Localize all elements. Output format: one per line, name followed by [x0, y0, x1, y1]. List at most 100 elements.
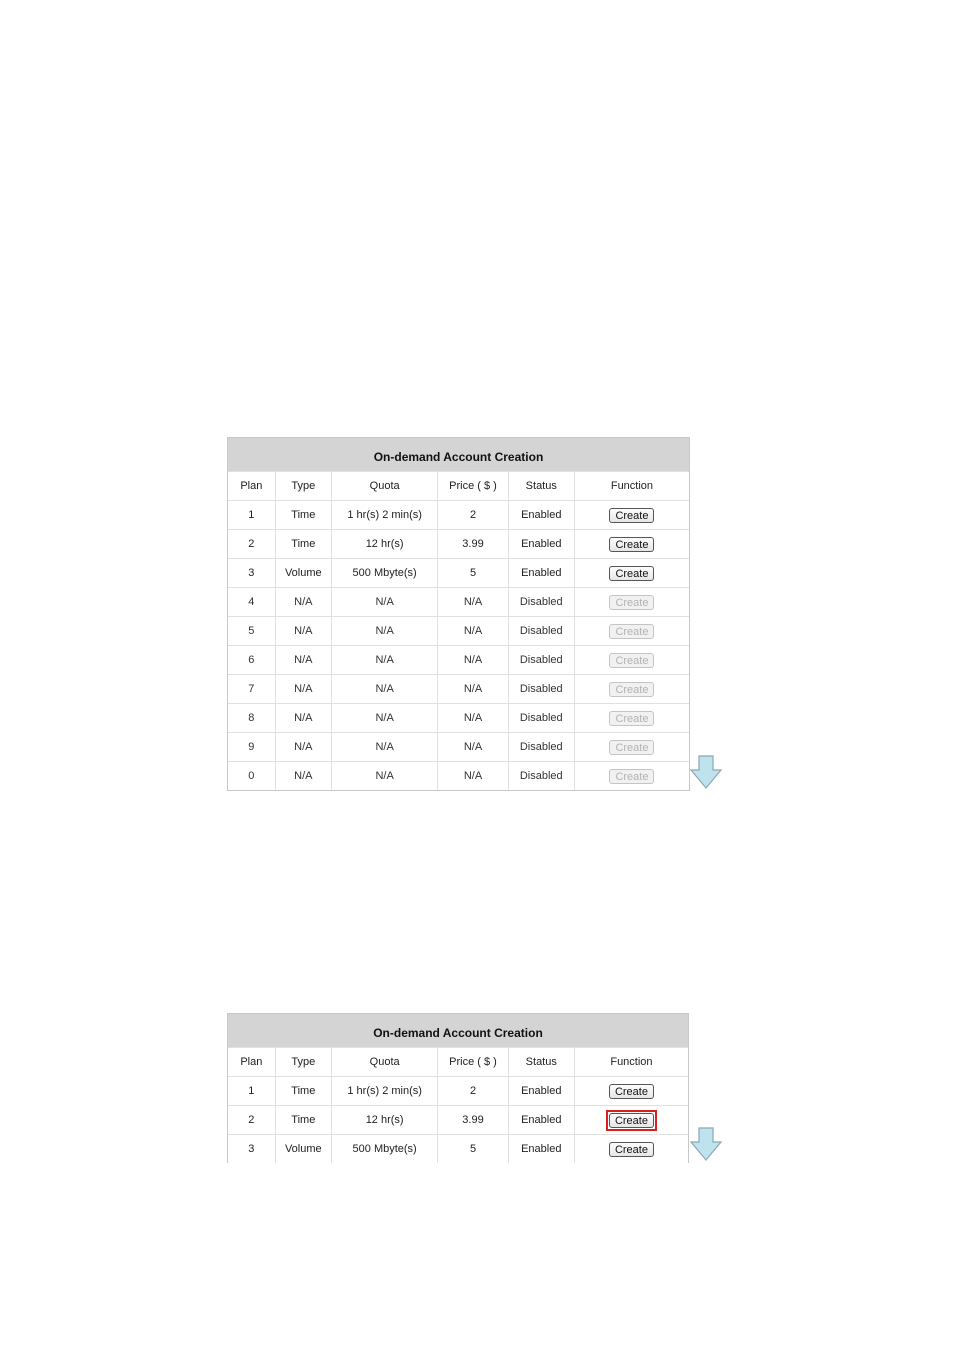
status-cell: Disabled	[508, 674, 575, 704]
function-cell: Create	[574, 703, 689, 733]
button-wrap: Create	[607, 680, 656, 699]
status-cell: Enabled	[508, 529, 575, 559]
price-cell: 5	[437, 558, 509, 588]
header-quota: Quota	[331, 1047, 439, 1077]
price-cell: 3.99	[437, 1105, 509, 1135]
function-cell: Create	[574, 674, 689, 704]
function-cell: Create	[574, 761, 689, 790]
table-row: 1 Time 1 hr(s) 2 min(s) 2 Enabled Create	[228, 500, 689, 530]
price-cell: N/A	[437, 645, 509, 675]
plan-cell: 9	[228, 732, 276, 762]
quota-cell: N/A	[331, 761, 439, 790]
button-wrap: Create	[607, 506, 656, 525]
status-cell: Disabled	[508, 616, 575, 646]
create-button-plan-9: Create	[609, 739, 655, 755]
price-cell: N/A	[437, 761, 509, 790]
status-cell: Disabled	[508, 703, 575, 733]
type-cell: N/A	[275, 645, 332, 675]
account-creation-panel-2: On-demand Account Creation Plan Type Quo…	[227, 1013, 689, 1163]
quota-cell: N/A	[331, 587, 439, 617]
status-cell: Disabled	[508, 761, 575, 790]
create-button-plan-2[interactable]: Create	[608, 1112, 654, 1128]
quota-cell: N/A	[331, 674, 439, 704]
arrow-down-icon	[690, 1127, 722, 1161]
status-cell: Disabled	[508, 645, 575, 675]
header-price: Price ( $ )	[437, 1047, 509, 1077]
create-button-plan-3[interactable]: Create	[609, 565, 655, 581]
quota-cell: 12 hr(s)	[331, 529, 439, 559]
plan-cell: 4	[228, 587, 276, 617]
quota-cell: N/A	[331, 703, 439, 733]
create-button-plan-1[interactable]: Create	[608, 1083, 654, 1099]
panel-title: On-demand Account Creation	[228, 1014, 688, 1048]
table-row: 3 Volume 500 Mbyte(s) 5 Enabled Create	[228, 1134, 688, 1163]
plans-table-2: On-demand Account Creation Plan Type Quo…	[228, 1014, 688, 1163]
quota-cell: 1 hr(s) 2 min(s)	[331, 500, 439, 530]
type-cell: Time	[275, 1105, 332, 1135]
create-button-plan-5: Create	[609, 623, 655, 639]
price-cell: N/A	[437, 616, 509, 646]
header-status: Status	[508, 1047, 575, 1077]
type-cell: Time	[275, 500, 332, 530]
account-creation-panel-1: On-demand Account Creation Plan Type Quo…	[227, 437, 690, 791]
plan-cell: 8	[228, 703, 276, 733]
quota-cell: N/A	[331, 732, 439, 762]
panel-title: On-demand Account Creation	[228, 438, 689, 472]
button-wrap: Create	[607, 1140, 656, 1159]
button-wrap: Create	[607, 535, 656, 554]
table-row: 3 Volume 500 Mbyte(s) 5 Enabled Create	[228, 558, 689, 588]
highlight-box: Create	[605, 1109, 657, 1131]
plans-table-1: On-demand Account Creation Plan Type Quo…	[228, 438, 689, 790]
function-cell: Create	[574, 616, 689, 646]
create-button-plan-6: Create	[609, 652, 655, 668]
table-row: 2 Time 12 hr(s) 3.99 Enabled Create	[228, 529, 689, 559]
header-plan: Plan	[228, 1047, 276, 1077]
status-cell: Enabled	[508, 1134, 575, 1163]
create-button-plan-1[interactable]: Create	[609, 507, 655, 523]
type-cell: Volume	[275, 558, 332, 588]
function-cell: Create	[574, 558, 689, 588]
plan-cell: 2	[228, 1105, 276, 1135]
quota-cell: N/A	[331, 645, 439, 675]
header-quota: Quota	[331, 471, 439, 501]
price-cell: N/A	[437, 674, 509, 704]
table-row: 0 N/A N/A N/A Disabled Create	[228, 761, 689, 790]
table-row: 9 N/A N/A N/A Disabled Create	[228, 732, 689, 762]
create-button-plan-0: Create	[609, 768, 655, 784]
table-header-row: Plan Type Quota Price ( $ ) Status Funct…	[228, 471, 689, 501]
button-wrap: Create	[607, 1082, 656, 1101]
plan-cell: 5	[228, 616, 276, 646]
type-cell: N/A	[275, 674, 332, 704]
table-row: 6 N/A N/A N/A Disabled Create	[228, 645, 689, 675]
button-wrap: Create	[607, 651, 656, 670]
button-wrap: Create	[607, 622, 656, 641]
status-cell: Disabled	[508, 732, 575, 762]
table-row: 8 N/A N/A N/A Disabled Create	[228, 703, 689, 733]
table-header-row: Plan Type Quota Price ( $ ) Status Funct…	[228, 1047, 688, 1077]
button-wrap: Create	[607, 709, 656, 728]
create-button-plan-3[interactable]: Create	[608, 1141, 654, 1157]
price-cell: N/A	[437, 732, 509, 762]
create-button-plan-8: Create	[609, 710, 655, 726]
price-cell: 3.99	[437, 529, 509, 559]
price-cell: 2	[437, 500, 509, 530]
create-button-plan-2[interactable]: Create	[609, 536, 655, 552]
table-row: 4 N/A N/A N/A Disabled Create	[228, 587, 689, 617]
price-cell: 5	[437, 1134, 509, 1163]
plan-cell: 0	[228, 761, 276, 790]
quota-cell: 500 Mbyte(s)	[331, 1134, 439, 1163]
type-cell: N/A	[275, 703, 332, 733]
status-cell: Enabled	[508, 1076, 575, 1106]
plan-cell: 7	[228, 674, 276, 704]
type-cell: Time	[275, 1076, 332, 1106]
header-function: Function	[574, 1047, 688, 1077]
type-cell: N/A	[275, 587, 332, 617]
function-cell: Create	[574, 1105, 688, 1135]
plan-cell: 3	[228, 1134, 276, 1163]
price-cell: N/A	[437, 703, 509, 733]
price-cell: 2	[437, 1076, 509, 1106]
function-cell: Create	[574, 1076, 688, 1106]
type-cell: N/A	[275, 761, 332, 790]
arrow-down-icon	[690, 755, 722, 789]
quota-cell: 12 hr(s)	[331, 1105, 439, 1135]
